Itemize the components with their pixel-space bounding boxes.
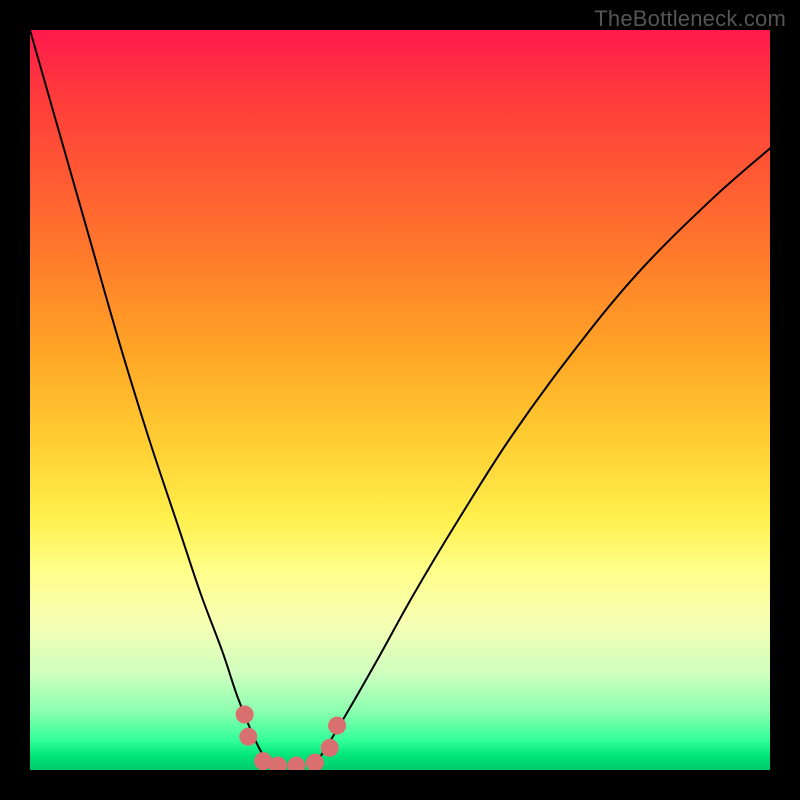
watermark-text: TheBottleneck.com xyxy=(594,6,786,32)
markers-group xyxy=(236,706,347,771)
chart-svg xyxy=(30,30,770,770)
data-marker xyxy=(328,717,346,735)
curve-left xyxy=(30,30,274,770)
data-marker xyxy=(287,757,305,770)
data-marker xyxy=(239,728,257,746)
plot-area xyxy=(30,30,770,770)
curve-right xyxy=(311,148,770,770)
data-marker xyxy=(236,706,254,724)
data-marker xyxy=(321,739,339,757)
chart-frame: TheBottleneck.com xyxy=(0,0,800,800)
